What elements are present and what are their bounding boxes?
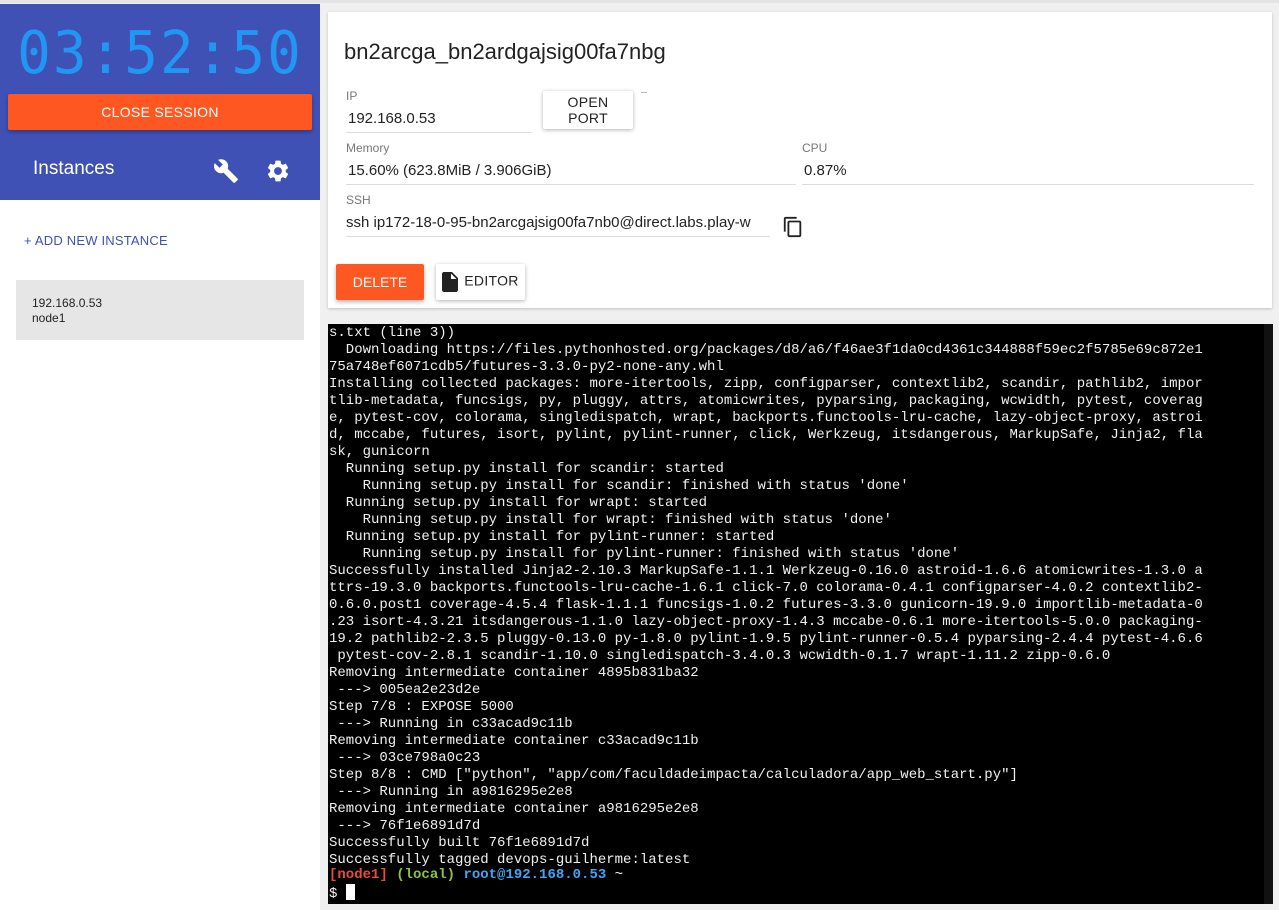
terminal-line: Removing intermediate container 4895b831…: [329, 665, 699, 681]
terminal[interactable]: s.txt (line 3)) Downloading https://file…: [328, 324, 1273, 904]
top-divider: [0, 0, 1279, 3]
hidden-field-stub: [641, 92, 647, 93]
memory-label: Memory: [346, 141, 390, 155]
session-timer: 03:52:50: [17, 19, 303, 88]
terminal-line: 75a748ef6071cdb5/futures-3.3.0-py2-none-…: [329, 359, 724, 375]
terminal-line: ---> 03ce798a0c23: [329, 750, 481, 766]
terminal-line: Removing intermediate container a9816295…: [329, 801, 699, 817]
terminal-line: ---> 76f1e6891d7d: [329, 818, 481, 834]
terminal-cursor: [345, 884, 355, 900]
sidebar-header: 03:52:50 CLOSE SESSION Instances: [0, 4, 320, 200]
ip-value[interactable]: 192.168.0.53: [348, 110, 436, 127]
ssh-value[interactable]: ssh ip172-18-0-95-bn2arcgajsig00fa7nb0@d…: [346, 214, 770, 231]
instances-title: Instances: [33, 158, 115, 179]
delete-instance-button[interactable]: DELETE: [336, 264, 424, 300]
cpu-value[interactable]: 0.87%: [804, 162, 847, 179]
terminal-line: ---> Running in c33acad9c11b: [329, 716, 573, 732]
close-session-button[interactable]: CLOSE SESSION: [8, 94, 312, 130]
terminal-line: ---> 005ea2e23d2e: [329, 682, 481, 698]
editor-button[interactable]: EDITOR: [436, 264, 525, 300]
terminal-line: Successfully installed Jinja2-2.10.3 Mar…: [329, 563, 1203, 579]
gear-icon[interactable]: [265, 158, 291, 184]
input-prompt: $: [329, 886, 346, 902]
instance-name: node1: [32, 311, 66, 325]
terminal-line: s.txt (line 3)): [329, 325, 456, 341]
file-icon: [442, 272, 459, 292]
ssh-underline: [346, 236, 770, 237]
terminal-line: pytest-cov-2.8.1 scandir-1.10.0 singledi…: [329, 648, 1111, 664]
terminal-line: Successfully built 76f1e6891d7d: [329, 835, 590, 851]
instance-ip: 192.168.0.53: [32, 296, 103, 310]
add-new-instance-link[interactable]: + ADD NEW INSTANCE: [24, 233, 168, 248]
terminal-line: sk, gunicorn: [329, 444, 430, 460]
open-port-button[interactable]: OPEN PORT: [543, 91, 633, 129]
copy-icon[interactable]: [782, 215, 804, 239]
terminal-line: Running setup.py install for pylint-runn…: [329, 529, 775, 545]
terminal-line: ttrs-19.3.0 backports.functools-lru-cach…: [329, 580, 1203, 596]
prompt-node: [node1]: [329, 867, 388, 883]
ssh-label: SSH: [346, 193, 371, 207]
wrench-icon[interactable]: [213, 158, 239, 184]
terminal-line: Step 8/8 : CMD ["python", "app/com/facul…: [329, 767, 1018, 783]
prompt-host: root@192.168.0.53: [463, 867, 607, 883]
terminal-input-line[interactable]: $: [329, 884, 355, 902]
terminal-line: Running setup.py install for scandir: st…: [329, 461, 724, 477]
terminal-prompt: [node1] (local) root@192.168.0.53 ~: [329, 867, 623, 884]
terminal-line: ---> Running in a9816295e2e8: [329, 784, 573, 800]
terminal-line: Running setup.py install for scandir: fi…: [329, 478, 909, 494]
terminal-line: 0.6.0.post1 coverage-4.5.4 flask-1.1.1 f…: [329, 597, 1203, 613]
terminal-scrollbar[interactable]: [1264, 324, 1273, 904]
ip-label: IP: [346, 89, 358, 103]
cpu-underline: [802, 184, 1254, 185]
terminal-line: Downloading https://files.pythonhosted.o…: [329, 342, 1203, 358]
sidebar: 03:52:50 CLOSE SESSION Instances + ADD N…: [0, 4, 320, 910]
terminal-line: Step 7/8 : EXPOSE 5000: [329, 699, 514, 715]
cpu-label: CPU: [802, 141, 828, 155]
terminal-line: Running setup.py install for wrapt: fini…: [329, 512, 892, 528]
terminal-line: .23 isort-4.3.21 itsdangerous-1.1.0 lazy…: [329, 614, 1203, 630]
editor-label: EDITOR: [464, 272, 519, 289]
terminal-line: Removing intermediate container c33acad9…: [329, 733, 699, 749]
terminal-line: d, mccabe, futures, isort, pylint, pylin…: [329, 427, 1203, 443]
ip-underline: [346, 132, 532, 133]
instance-title: bn2arcga_bn2ardgajsig00fa7nbg: [344, 39, 666, 64]
terminal-line: e, pytest-cov, colorama, singledispatch,…: [329, 410, 1203, 426]
memory-underline: [346, 184, 796, 185]
terminal-line: Running setup.py install for wrapt: star…: [329, 495, 708, 511]
terminal-line: Installing collected packages: more-iter…: [329, 376, 1203, 392]
instance-list-item[interactable]: 192.168.0.53 node1: [16, 280, 304, 340]
terminal-line: Running setup.py install for pylint-runn…: [329, 546, 960, 562]
memory-value[interactable]: 15.60% (623.8MiB / 3.906GiB): [348, 162, 551, 179]
terminal-line: tlib-metadata, funcsigs, py, pluggy, att…: [329, 393, 1203, 409]
terminal-line: 19.2 pathlib2-2.3.5 pluggy-0.13.0 py-1.8…: [329, 631, 1203, 647]
prompt-local: (local): [396, 867, 456, 883]
instance-details-card: bn2arcga_bn2ardgajsig00fa7nbg IP 192.168…: [328, 12, 1272, 308]
prompt-dir: ~: [606, 867, 624, 883]
